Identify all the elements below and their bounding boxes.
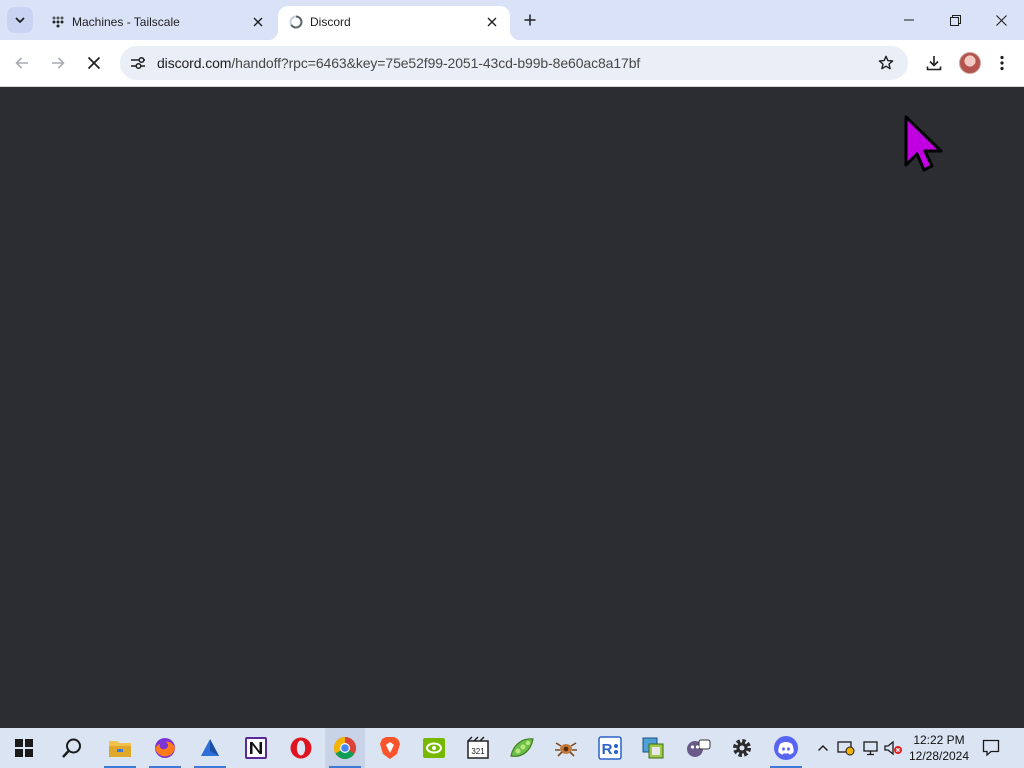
taskbar-discord[interactable] bbox=[766, 728, 806, 768]
taskbar-firefox[interactable] bbox=[145, 728, 185, 768]
mouse-cursor-icon bbox=[904, 115, 943, 172]
taskbar-chrome[interactable] bbox=[325, 728, 365, 768]
close-icon bbox=[995, 14, 1007, 26]
taskbar-search-button[interactable] bbox=[52, 728, 92, 768]
pea-app-icon bbox=[510, 738, 534, 757]
restore-button[interactable] bbox=[932, 0, 978, 40]
browser-app-icon bbox=[201, 739, 219, 756]
url-text: discord.com/handoff?rpc=6463&key=75e52f9… bbox=[157, 55, 640, 71]
arrow-right-icon bbox=[52, 57, 65, 69]
svg-text:321: 321 bbox=[471, 747, 485, 756]
stop-loading-button[interactable] bbox=[80, 49, 108, 77]
forward-button[interactable] bbox=[44, 49, 72, 77]
tailscale-icon bbox=[50, 14, 66, 30]
star-icon bbox=[878, 55, 894, 70]
close-icon bbox=[87, 56, 101, 70]
chrome-icon bbox=[334, 737, 356, 759]
minimize-button[interactable] bbox=[886, 0, 932, 40]
close-tab-button[interactable] bbox=[248, 12, 268, 32]
address-bar[interactable]: discord.com/handoff?rpc=6463&key=75e52f9… bbox=[120, 46, 908, 80]
notion-icon bbox=[245, 737, 267, 759]
close-window-button[interactable] bbox=[978, 0, 1024, 40]
virtual-machine-icon bbox=[642, 737, 664, 759]
taskbar-pea-app[interactable] bbox=[502, 728, 542, 768]
new-tab-button[interactable] bbox=[518, 8, 542, 32]
browser-toolbar: discord.com/handoff?rpc=6463&key=75e52f9… bbox=[0, 40, 1024, 87]
settings-icon bbox=[733, 739, 751, 757]
notification-icon bbox=[982, 739, 1000, 757]
opera-icon bbox=[290, 737, 312, 759]
minimize-icon bbox=[904, 19, 914, 21]
close-icon bbox=[253, 17, 263, 27]
game-app-icon bbox=[687, 739, 711, 757]
svg-text:R: R bbox=[602, 741, 613, 758]
start-button[interactable] bbox=[4, 728, 44, 768]
media-player-icon: 321 bbox=[467, 736, 489, 759]
chevron-down-icon bbox=[15, 17, 25, 24]
network-icon[interactable] bbox=[861, 738, 881, 758]
site-settings-icon[interactable] bbox=[128, 53, 148, 73]
restore-icon bbox=[949, 14, 961, 26]
tab-search-button[interactable] bbox=[7, 7, 33, 33]
bookmark-star-button[interactable] bbox=[876, 53, 896, 73]
taskbar-media-player[interactable]: 321 bbox=[458, 728, 498, 768]
taskbar-bug-app[interactable] bbox=[546, 728, 586, 768]
windows-taskbar: 321 R 12:22 PM 12/28/2024 bbox=[0, 728, 1024, 768]
download-icon bbox=[926, 56, 942, 71]
downloads-button[interactable] bbox=[922, 51, 946, 75]
page-content bbox=[0, 87, 1024, 728]
profile-avatar[interactable] bbox=[959, 52, 981, 74]
taskbar-nvidia[interactable] bbox=[414, 728, 454, 768]
taskbar-brave[interactable] bbox=[370, 728, 410, 768]
nvidia-icon bbox=[423, 738, 445, 758]
chevron-up-icon bbox=[818, 745, 828, 751]
taskbar-clock[interactable]: 12:22 PM 12/28/2024 bbox=[906, 732, 972, 764]
remote-desktop-icon: R bbox=[598, 736, 622, 760]
tab-discord[interactable]: Discord bbox=[268, 6, 520, 40]
taskbar-settings[interactable] bbox=[722, 728, 762, 768]
clock-time: 12:22 PM bbox=[913, 733, 965, 747]
taskbar-notion[interactable] bbox=[236, 728, 276, 768]
close-tab-button[interactable] bbox=[482, 12, 502, 32]
taskbar-remote-desktop[interactable]: R bbox=[590, 728, 630, 768]
close-icon bbox=[487, 17, 497, 27]
taskbar-browser-app[interactable] bbox=[190, 728, 230, 768]
taskbar-game-app[interactable] bbox=[678, 728, 718, 768]
discord-icon bbox=[774, 736, 798, 760]
tab-title: Discord bbox=[310, 15, 351, 29]
back-button[interactable] bbox=[8, 49, 36, 77]
tab-title: Machines - Tailscale bbox=[72, 15, 180, 29]
tab-strip: Machines - Tailscale Discord bbox=[0, 0, 1024, 40]
tray-update-icon[interactable] bbox=[836, 738, 856, 758]
loading-spinner-icon bbox=[288, 14, 304, 30]
firefox-icon bbox=[155, 738, 175, 758]
taskbar-virtual-machine[interactable] bbox=[634, 728, 674, 768]
browser-menu-button[interactable] bbox=[994, 51, 1010, 75]
taskbar-opera[interactable] bbox=[281, 728, 321, 768]
show-hidden-icons-button[interactable] bbox=[813, 738, 833, 758]
url-domain: discord.com bbox=[157, 55, 232, 71]
plus-icon bbox=[524, 14, 536, 26]
arrow-left-icon bbox=[15, 57, 28, 69]
more-vertical-icon bbox=[1000, 55, 1004, 71]
brave-icon bbox=[380, 737, 400, 759]
notifications-button[interactable] bbox=[978, 736, 1004, 760]
clock-date: 12/28/2024 bbox=[908, 749, 970, 763]
taskbar-file-explorer[interactable] bbox=[100, 728, 140, 768]
search-icon bbox=[62, 738, 81, 758]
volume-muted-icon[interactable] bbox=[884, 738, 904, 758]
bug-app-icon bbox=[555, 742, 577, 757]
tab-tailscale[interactable]: Machines - Tailscale bbox=[40, 6, 276, 40]
start-icon bbox=[15, 739, 33, 757]
url-path: /handoff?rpc=6463&key=75e52f99-2051-43cd… bbox=[231, 55, 641, 71]
file-explorer-icon bbox=[109, 741, 131, 757]
